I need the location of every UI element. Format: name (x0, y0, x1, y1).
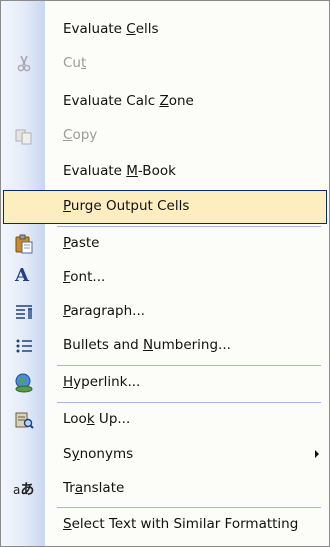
bullets-list-icon (16, 339, 32, 353)
submenu-arrow-icon (315, 450, 319, 458)
menu-item-label: Cut (63, 55, 87, 71)
menu-item-select-similar-formatting[interactable]: Select Text with Similar Formatting (1, 508, 329, 542)
copy-icon (15, 129, 32, 145)
menu-item-hyperlink[interactable]: Hyperlink... (1, 366, 329, 400)
translate-icon: aあ (13, 482, 35, 498)
menu-item-evaluate-cells[interactable]: Evaluate Cells (1, 13, 329, 47)
menu-item-label: Hyperlink... (63, 374, 141, 390)
menu-item-paragraph[interactable]: Paragraph... (1, 295, 329, 329)
menu-item-cut[interactable]: Cut (1, 47, 329, 81)
menu-item-font[interactable]: A Font... (1, 261, 329, 295)
menu-item-label: Paste (63, 235, 100, 251)
clipboard-paste-icon (15, 234, 33, 254)
menu-item-copy[interactable]: Copy (1, 119, 329, 153)
menu-item-label: Bullets and Numbering... (63, 337, 231, 353)
menu-item-label: Look Up... (63, 411, 131, 427)
menu-item-label: Evaluate Cells (63, 21, 159, 37)
hyperlink-globe-icon (15, 373, 33, 393)
menu-item-label: Evaluate M-Book (63, 163, 176, 179)
font-icon: A (15, 265, 29, 286)
menu-item-label: Synonyms (63, 446, 134, 462)
menu-item-label: Purge Output Cells (63, 198, 190, 214)
research-book-icon (15, 412, 34, 429)
menu-item-purge-output-cells[interactable]: Purge Output Cells (3, 190, 327, 224)
menu-item-label: Translate (63, 480, 125, 496)
menu-item-label: Evaluate Calc Zone (63, 93, 194, 109)
menu-item-bullets-and-numbering[interactable]: Bullets and Numbering... (1, 329, 329, 363)
menu-item-label: Font... (63, 269, 106, 285)
paragraph-icon (16, 305, 32, 319)
menu-item-evaluate-calc-zone[interactable]: Evaluate Calc Zone (1, 85, 329, 119)
menu-item-look-up[interactable]: Look Up... (1, 403, 329, 437)
menu-item-label: Paragraph... (63, 303, 146, 319)
scissors-icon (17, 55, 31, 72)
menu-item-paste[interactable]: Paste (1, 227, 329, 261)
context-menu: Evaluate Cells Cut Evaluate Calc Zone Co… (0, 0, 330, 547)
menu-item-evaluate-m-book[interactable]: Evaluate M-Book (1, 155, 329, 189)
menu-item-label: Select Text with Similar Formatting (63, 516, 299, 532)
menu-item-label: Copy (63, 127, 98, 143)
menu-item-translate[interactable]: aあ Translate (1, 472, 329, 506)
menu-item-synonyms[interactable]: Synonyms (1, 438, 329, 472)
